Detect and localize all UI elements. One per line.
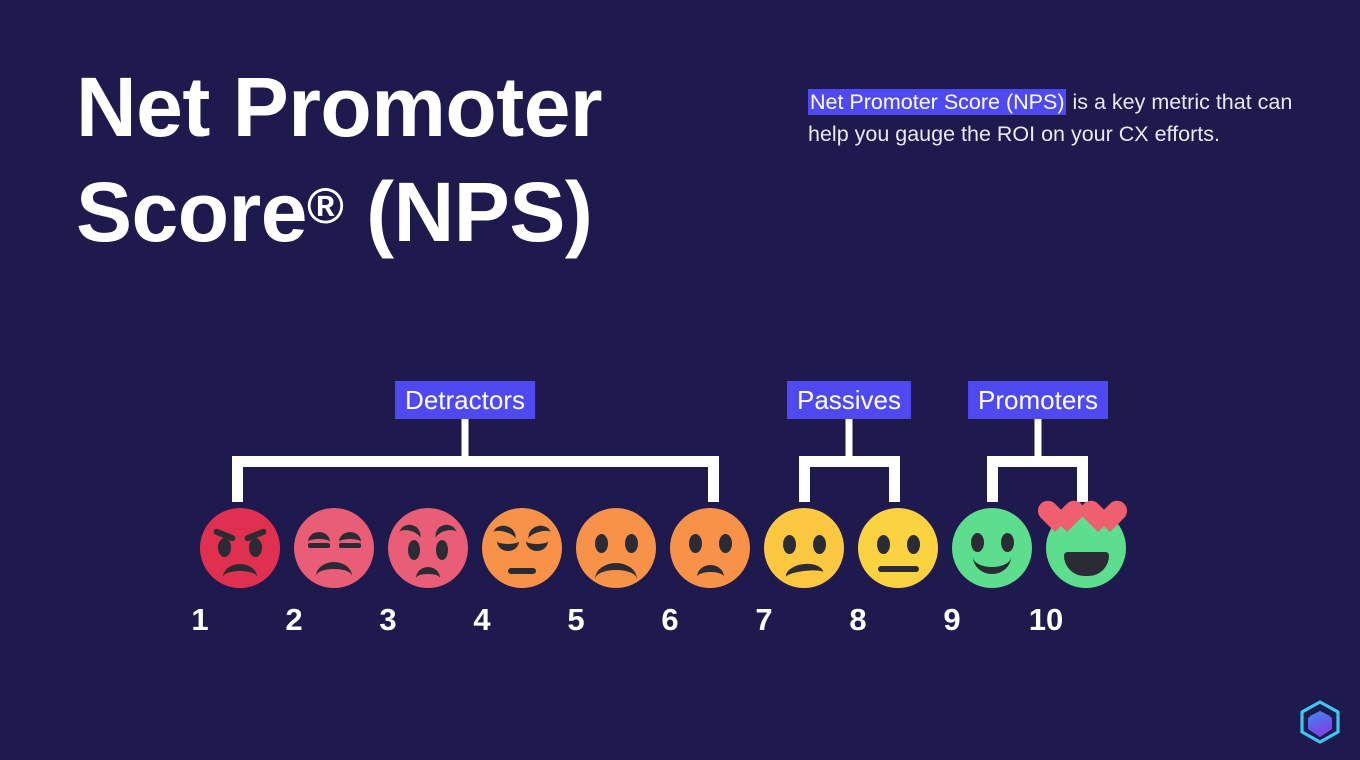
- eyelid-left: [308, 532, 330, 542]
- worried-brow-left: [398, 522, 424, 539]
- rating-face-10[interactable]: [1046, 508, 1126, 588]
- heart-eye-right: [1091, 502, 1125, 533]
- scale-number-1: 1: [191, 602, 209, 637]
- scale-number-9: 9: [943, 602, 961, 637]
- bracket-leg-left: [232, 456, 243, 502]
- pensive-brow-left: [493, 523, 518, 539]
- mouth-frown: [697, 565, 724, 577]
- bracket-bar: [232, 456, 719, 467]
- intro-highlight: Net Promoter Score (NPS): [808, 89, 1067, 115]
- eye-right: [1001, 533, 1014, 552]
- eyelid-right: [339, 532, 361, 542]
- scale-number-7: 7: [755, 602, 773, 637]
- eye-right: [813, 535, 826, 554]
- title-line-2-pre: Score: [76, 165, 307, 259]
- bracket-bar: [799, 456, 900, 467]
- rating-face-9[interactable]: [952, 508, 1032, 588]
- eye-left: [783, 535, 796, 554]
- eye-left: [689, 534, 702, 553]
- bracket-leg-right: [889, 456, 900, 502]
- worried-brow-right: [432, 522, 458, 539]
- bracket-leg-left: [799, 456, 810, 502]
- eye-right: [625, 534, 638, 553]
- mouth-confused: [784, 561, 824, 578]
- eye-right: [907, 535, 920, 554]
- scale-number-3: 3: [379, 602, 397, 637]
- closed-eye-right: [526, 541, 548, 551]
- rating-face-3[interactable]: [388, 508, 468, 588]
- stem-promoters: [1034, 419, 1042, 459]
- mouth-smile: [973, 557, 1011, 574]
- eye-right: [249, 538, 262, 557]
- hexagon-cube-logo[interactable]: [1296, 698, 1344, 746]
- eye-right: [436, 540, 448, 560]
- rating-face-6[interactable]: [670, 508, 750, 588]
- mouth-frown: [416, 567, 440, 578]
- scale-number-10: 10: [1028, 602, 1064, 637]
- bracket-leg-right: [708, 456, 719, 502]
- category-label-passives[interactable]: Passives: [786, 381, 912, 419]
- closed-eye-left: [497, 541, 519, 551]
- mouth-frown: [595, 563, 637, 579]
- scale-number-4: 4: [473, 602, 491, 637]
- bracket-bar: [987, 456, 1088, 467]
- eye-left: [877, 535, 890, 554]
- eye-line-right: [339, 543, 361, 548]
- eye-line-left: [308, 543, 330, 548]
- rating-face-8[interactable]: [858, 508, 938, 588]
- mouth-frown: [316, 562, 352, 576]
- category-label-promoters[interactable]: Promoters: [968, 381, 1108, 419]
- title-line-1: Net Promoter: [76, 60, 603, 154]
- pensive-brow-right: [526, 523, 551, 539]
- eye-right: [719, 534, 732, 553]
- rating-face-7[interactable]: [764, 508, 844, 588]
- scale-number-8: 8: [849, 602, 867, 637]
- title-line-2-post: (NPS): [343, 165, 593, 259]
- rating-face-2[interactable]: [294, 508, 374, 588]
- page-title: Net Promoter Score® (NPS): [76, 55, 776, 265]
- heart-eye-left: [1048, 502, 1082, 533]
- scale-number-5: 5: [567, 602, 585, 637]
- rating-face-1[interactable]: [200, 508, 280, 588]
- bracket-leg-left: [987, 456, 998, 502]
- category-label-detractors[interactable]: Detractors: [395, 381, 535, 419]
- stem-detractors: [461, 419, 469, 459]
- rating-face-4[interactable]: [482, 508, 562, 588]
- eye-left: [595, 534, 608, 553]
- rating-face-5[interactable]: [576, 508, 656, 588]
- eye-left: [218, 538, 231, 557]
- eye-left: [971, 533, 984, 552]
- mouth-frown: [223, 564, 257, 577]
- registered-trademark-icon: ®: [306, 178, 344, 234]
- mouth-open-smile: [1064, 552, 1109, 576]
- stem-passives: [845, 419, 853, 459]
- eye-left: [408, 540, 420, 560]
- mouth-flat: [878, 566, 919, 572]
- intro-paragraph: Net Promoter Score (NPS) is a key metric…: [808, 86, 1308, 150]
- mouth-flat: [508, 568, 536, 574]
- slide-canvas: Net Promoter Score® (NPS) Net Promoter S…: [0, 0, 1360, 760]
- scale-number-2: 2: [285, 602, 303, 637]
- scale-number-6: 6: [661, 602, 679, 637]
- bracket-leg-right: [1077, 456, 1088, 502]
